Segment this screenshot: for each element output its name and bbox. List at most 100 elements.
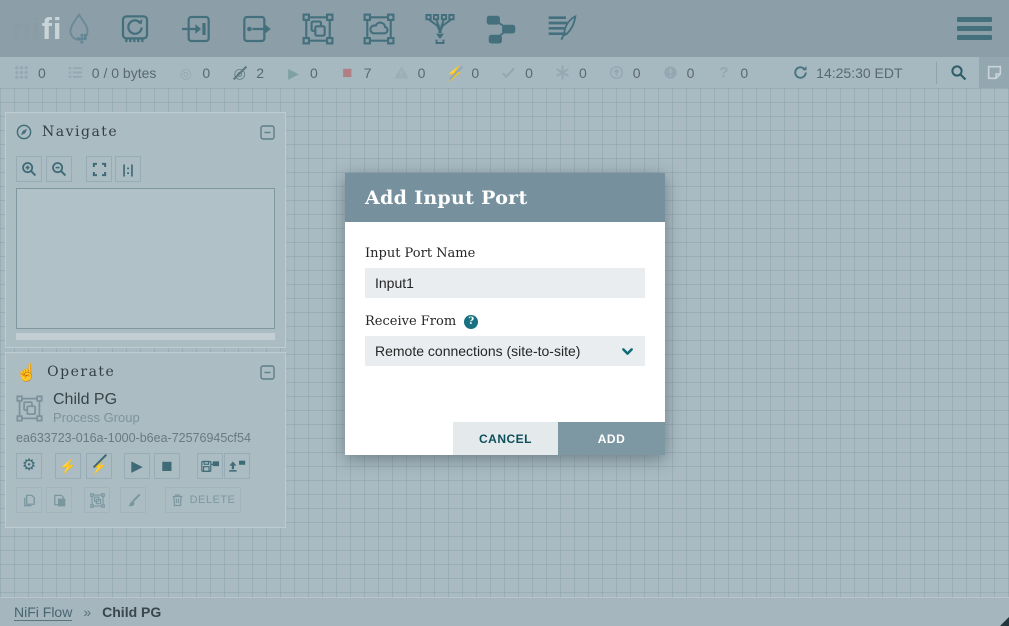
output-port-icon[interactable]: [240, 9, 274, 49]
transmitting-count: 0: [202, 65, 210, 81]
group-icon[interactable]: [84, 487, 110, 513]
stop-button[interactable]: ■: [154, 453, 180, 479]
upload-template-icon[interactable]: [224, 453, 250, 479]
invalid-icon: [393, 65, 410, 80]
active-threads-count: 0: [38, 65, 46, 81]
stale-icon: [608, 65, 625, 80]
active-threads-icon: [13, 65, 30, 80]
operate-collapse-icon[interactable]: [260, 365, 275, 380]
process-group-icon: [16, 395, 43, 422]
dialog-body: Input Port Name Receive From ? Remote co…: [345, 222, 665, 366]
search-icon[interactable]: [937, 57, 979, 88]
zoom-actual-size-button[interactable]: |:|: [115, 156, 141, 182]
disabled-icon: ⚡: [446, 66, 463, 80]
zoom-out-button[interactable]: [46, 156, 72, 182]
label-icon[interactable]: [545, 9, 579, 49]
invalid-count: 0: [418, 65, 426, 81]
operate-toolbar-row1: ⚙ ⚡ ⚡ ▶ ■: [6, 445, 285, 479]
stopped-icon: ■: [339, 64, 356, 81]
start-button[interactable]: ▶: [124, 453, 150, 479]
disable-button[interactable]: ⚡: [86, 453, 112, 479]
queued-count: 0 / 0 bytes: [92, 65, 157, 81]
selected-component: Child PG Process Group: [6, 387, 285, 425]
zoom-fit-button[interactable]: [86, 156, 112, 182]
navigate-header: Navigate: [6, 117, 285, 147]
enable-button[interactable]: ⚡: [55, 453, 81, 479]
component-id: ea633723-016a-1000-b6ea-72576945cf54: [6, 425, 285, 445]
fill-color-icon[interactable]: [120, 487, 146, 513]
breadcrumb-current: Child PG: [102, 604, 161, 620]
refresh-icon[interactable]: [793, 65, 808, 80]
transmitting-icon: ◎: [177, 66, 194, 80]
input-port-name-label: Input Port Name: [365, 246, 645, 261]
delete-label: DELETE: [190, 494, 236, 506]
add-input-port-dialog: Add Input Port Input Port Name Receive F…: [345, 173, 665, 455]
operate-title: Operate: [47, 364, 115, 380]
receive-from-select[interactable]: Remote connections (site-to-site): [365, 336, 645, 366]
locally-modified-stale-icon: [662, 65, 679, 80]
compass-icon: [16, 124, 32, 140]
navigate-toolbar: |:|: [6, 147, 285, 184]
header-toolbar: nifi: [0, 0, 1009, 57]
stat-stale: 0: [608, 65, 641, 81]
navigate-collapse-icon[interactable]: [260, 125, 275, 140]
not-transmitting-count: 2: [256, 65, 264, 81]
stat-queued: 0 / 0 bytes: [67, 65, 157, 81]
nifi-logo: nifi: [12, 13, 92, 45]
input-port-icon[interactable]: [179, 9, 213, 49]
logo-text-fi: fi: [42, 13, 63, 44]
copy-icon[interactable]: [16, 487, 42, 513]
refresh-area: 14:25:30 EDT: [793, 65, 902, 81]
cancel-button[interactable]: CANCEL: [453, 422, 558, 455]
stat-running: ▶ 0: [285, 65, 318, 81]
configure-button[interactable]: ⚙: [16, 453, 42, 479]
global-menu-icon[interactable]: [957, 17, 992, 40]
dialog-buttons: CANCEL ADD: [453, 422, 665, 455]
up-to-date-icon: [500, 65, 517, 80]
navigate-panel: Navigate |:|: [5, 112, 286, 348]
process-group-icon[interactable]: [301, 9, 335, 49]
breadcrumb-root[interactable]: NiFi Flow: [14, 604, 72, 621]
save-template-icon[interactable]: [197, 453, 223, 479]
operate-panel: ☝ Operate Child PG Process Group ea63372…: [5, 352, 286, 528]
stat-disabled: ⚡ 0: [446, 65, 479, 81]
stat-transmitting: ◎ 0: [177, 65, 210, 81]
add-button[interactable]: ADD: [558, 422, 665, 455]
birdseye-footer: [16, 333, 275, 340]
not-transmitting-icon: ◎: [231, 66, 248, 80]
up-to-date-count: 0: [525, 65, 533, 81]
help-icon[interactable]: ?: [464, 315, 478, 329]
stopped-count: 7: [364, 65, 372, 81]
processor-icon[interactable]: [118, 9, 152, 49]
stat-locally-modified: 0: [554, 65, 587, 81]
stat-active-threads: 0: [13, 65, 46, 81]
input-port-name-field[interactable]: [365, 268, 645, 298]
logo-text-ni: ni: [12, 13, 42, 44]
funnel-icon[interactable]: [423, 9, 457, 49]
navigate-title: Navigate: [42, 124, 118, 140]
stale-count: 0: [633, 65, 641, 81]
birdseye-view[interactable]: [16, 188, 275, 329]
stat-stopped: ■ 7: [339, 64, 372, 81]
nifi-drop-icon: [66, 13, 92, 45]
remote-process-group-icon[interactable]: [362, 9, 396, 49]
component-name: Child PG: [53, 391, 140, 409]
chevron-down-icon: [620, 344, 635, 359]
receive-from-label: Receive From ?: [365, 314, 645, 329]
zoom-in-button[interactable]: [16, 156, 42, 182]
bulletin-board-icon[interactable]: [979, 57, 1009, 88]
queued-icon: [67, 65, 84, 80]
locally-modified-icon: [554, 65, 571, 80]
stat-up-to-date: 0: [500, 65, 533, 81]
running-count: 0: [310, 65, 318, 81]
delete-button[interactable]: DELETE: [165, 487, 241, 513]
status-bar: 0 0 / 0 bytes ◎ 0 ◎ 2 ▶ 0 ■ 7: [0, 57, 1009, 88]
component-type: Process Group: [53, 410, 140, 425]
paste-icon[interactable]: [46, 487, 72, 513]
template-icon[interactable]: [484, 9, 518, 49]
receive-from-value: Remote connections (site-to-site): [375, 343, 580, 359]
last-refreshed-time: 14:25:30 EDT: [816, 65, 902, 81]
stat-not-transmitting: ◎ 2: [231, 65, 264, 81]
hand-pointer-icon: ☝: [16, 364, 37, 381]
flow-canvas[interactable]: Navigate |:|: [0, 88, 1009, 597]
